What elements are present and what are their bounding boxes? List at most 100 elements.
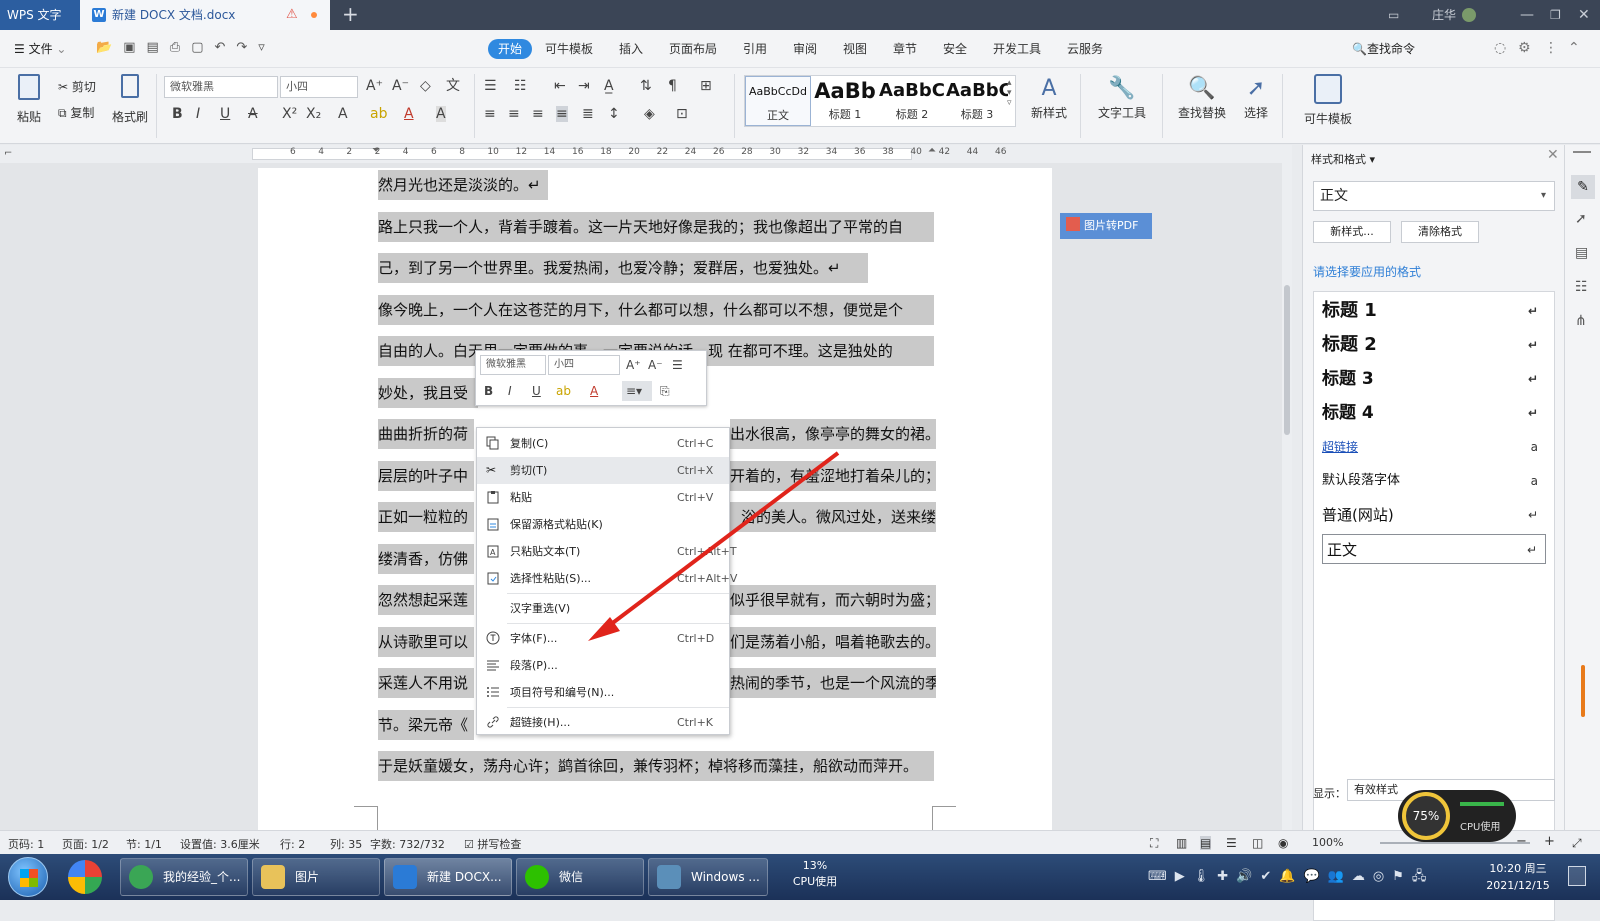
image-to-pdf-button[interactable]: 图片转PDF bbox=[1060, 213, 1152, 239]
scroll-thumb[interactable] bbox=[1284, 285, 1290, 435]
app-name[interactable]: WPS 文字 bbox=[0, 0, 80, 30]
zoom-slider[interactable] bbox=[1380, 842, 1530, 844]
cut-button[interactable]: ✂ 剪切 bbox=[58, 78, 96, 95]
document-line[interactable]: 忽然想起采莲 bbox=[378, 585, 474, 615]
style-item-heading4[interactable]: 标题 4 ↵ bbox=[1322, 398, 1546, 428]
document-tab[interactable]: W 新建 DOCX 文档.docx ⚠ bbox=[80, 0, 330, 30]
tray-app-icon[interactable]: ▶ bbox=[1175, 869, 1193, 884]
document-line[interactable]: 然月光也还是淡淡的。↵ bbox=[378, 170, 548, 200]
undo-icon[interactable]: ↶ bbox=[214, 40, 236, 55]
status-page[interactable]: 页面: 1/2 bbox=[62, 836, 109, 852]
underline-icon[interactable]: U bbox=[220, 106, 230, 122]
status-col[interactable]: 列: 35 bbox=[330, 836, 362, 852]
font-color-icon[interactable]: A bbox=[404, 106, 414, 122]
volume-icon[interactable]: 🔊 bbox=[1236, 869, 1260, 884]
tab-developer[interactable]: 开发工具 bbox=[993, 39, 1041, 59]
help-icon[interactable]: ◌ bbox=[1494, 40, 1506, 56]
tab-kn-template[interactable]: 可牛模板 bbox=[545, 39, 593, 59]
tab-view[interactable]: 视图 bbox=[843, 39, 867, 59]
plus-icon[interactable]: ✚ bbox=[1217, 869, 1236, 884]
copy-button[interactable]: ⧉ 复制 bbox=[58, 104, 94, 121]
clear-format-icon[interactable]: ◇ bbox=[420, 78, 431, 94]
tab-references[interactable]: 引用 bbox=[743, 39, 767, 59]
document-line[interactable]: 层层的叶子中 bbox=[378, 460, 474, 491]
styles-panel-title[interactable]: 样式和格式 ▾ bbox=[1311, 151, 1375, 167]
phonetic-icon[interactable]: 文 bbox=[446, 78, 460, 94]
search-command[interactable]: 🔍查找命令 bbox=[1352, 39, 1415, 59]
fit-page-icon[interactable]: ⤢ bbox=[1572, 836, 1582, 851]
menu-item-paragraph[interactable]: 段落(P)... bbox=[477, 652, 729, 679]
avatar[interactable] bbox=[1462, 8, 1476, 22]
360-app-icon[interactable] bbox=[68, 860, 102, 894]
mini-size-select[interactable]: 小四 bbox=[548, 355, 620, 375]
tab-stop-icon[interactable]: ⌐ bbox=[4, 148, 12, 159]
style-heading3[interactable]: AaBbC 标题 3 bbox=[946, 76, 1008, 126]
horizontal-ruler[interactable]: ⏷ ⏶ 6 4 2 2 4 6 8 10 12 14 16 18 20 22 24 26 28 30 32 34 36 3… bbox=[0, 145, 1290, 163]
document-line[interactable]: 于是妖童媛女，荡舟心许；鹢首徐回，兼传羽杯；棹将移而藻挂，船欲动而萍开。 bbox=[378, 751, 934, 781]
file-menu[interactable]: ☰ 文件 ⌄ bbox=[14, 39, 66, 59]
mini-format-painter-icon[interactable]: ⎘ bbox=[660, 383, 670, 399]
thermometer-icon[interactable]: 🌡 bbox=[1193, 869, 1218, 884]
bell-icon[interactable]: 🔔 bbox=[1279, 869, 1303, 884]
flag-icon[interactable]: ⚑ bbox=[1392, 869, 1412, 884]
show-marks-icon[interactable]: ¶ bbox=[668, 78, 677, 94]
char-shading-icon[interactable]: A bbox=[436, 106, 446, 122]
gear-icon[interactable]: ⚙ bbox=[1518, 40, 1531, 56]
italic-icon[interactable]: I bbox=[196, 106, 200, 122]
bold-icon[interactable]: B bbox=[172, 106, 183, 122]
user-name[interactable]: 庄华 bbox=[1432, 0, 1456, 30]
sort-icon[interactable]: ⇅ bbox=[640, 78, 652, 94]
redo-icon[interactable]: ↷ bbox=[236, 40, 258, 55]
grow-font-icon[interactable]: A⁺ bbox=[366, 78, 383, 94]
tab-start[interactable]: 开始 bbox=[488, 39, 533, 59]
tab-chapter[interactable]: 章节 bbox=[893, 39, 917, 59]
pointer-icon[interactable]: ➚ bbox=[1575, 211, 1587, 227]
font-name-select[interactable]: 微软雅黑 bbox=[164, 76, 278, 98]
mini-highlight-icon[interactable]: ab bbox=[556, 383, 571, 399]
style-heading1[interactable]: AaBb 标题 1 bbox=[812, 76, 878, 126]
strikethrough-icon[interactable]: A bbox=[248, 106, 258, 122]
borders-icon[interactable]: ⊡ bbox=[676, 106, 688, 122]
wechat-tray-icon[interactable]: 💬 bbox=[1303, 869, 1327, 884]
style-item-heading3[interactable]: 标题 3 ↵ bbox=[1322, 364, 1546, 394]
style-item-normal[interactable]: 正文 ↵ bbox=[1322, 534, 1546, 564]
status-setting[interactable]: 设置值: 3.6厘米 bbox=[180, 836, 260, 852]
taskbar-item-wechat[interactable]: 微信 bbox=[516, 858, 644, 896]
zoom-in-icon[interactable]: + bbox=[1544, 834, 1555, 849]
close-icon[interactable]: ✕ bbox=[1547, 147, 1559, 163]
document-line[interactable]: 妙处，我且受 bbox=[378, 377, 478, 408]
style-item-heading1[interactable]: 标题 1 ↵ bbox=[1322, 296, 1546, 326]
people-icon[interactable]: 👥 bbox=[1328, 869, 1352, 884]
document-line-fragment[interactable]: 热闹的季节，也是一个风流的季 bbox=[730, 668, 936, 698]
archive-icon[interactable]: ▤ bbox=[1575, 245, 1588, 261]
cloud-icon[interactable]: ☁ bbox=[1352, 869, 1373, 884]
document-line[interactable]: 采莲人不用说 bbox=[378, 668, 474, 698]
shrink-font-icon[interactable]: A⁻ bbox=[392, 78, 409, 94]
document-line[interactable]: 正如一粒粒的 bbox=[378, 502, 474, 532]
tab-security[interactable]: 安全 bbox=[943, 39, 967, 59]
pen-icon[interactable]: ✎ bbox=[1571, 175, 1595, 199]
kn-template-button[interactable]: 可牛模板 bbox=[1296, 74, 1360, 127]
select-button[interactable]: ➚ 选择 bbox=[1236, 74, 1276, 121]
mini-font-color-icon[interactable]: A bbox=[590, 383, 598, 399]
subscript-icon[interactable]: X₂ bbox=[306, 106, 321, 122]
outline-view-icon[interactable]: ☰ bbox=[1226, 836, 1237, 850]
new-tab-button[interactable]: + bbox=[342, 0, 359, 28]
document-line[interactable]: 路上只我一个人，背着手踱着。这一片天地好像是我的；我也像超出了平常的自 bbox=[378, 211, 934, 242]
distribute-icon[interactable]: ≣ bbox=[582, 106, 594, 122]
style-item-normal-web[interactable]: 普通(网站) ↵ bbox=[1322, 500, 1546, 530]
text-effect-icon[interactable]: A bbox=[338, 106, 348, 122]
style-normal[interactable]: AaBbCcDd 正文 bbox=[745, 76, 811, 126]
numbering-icon[interactable]: ☷ bbox=[514, 78, 527, 94]
taskbar-item-wps[interactable]: 新建 DOCX... bbox=[384, 858, 512, 896]
new-style-button[interactable]: 新样式... bbox=[1313, 221, 1391, 243]
style-item-heading2[interactable]: 标题 2 ↵ bbox=[1322, 330, 1546, 360]
start-button[interactable] bbox=[8, 857, 48, 897]
status-row[interactable]: 行: 2 bbox=[280, 836, 305, 852]
mini-bold-icon[interactable]: B bbox=[484, 383, 493, 399]
quick-access-toolbar[interactable]: 📂▣▤⎙▢↶↷▿ bbox=[96, 40, 276, 55]
status-words[interactable]: 字数: 732/732 bbox=[370, 836, 445, 852]
window-layout-icon[interactable]: ▭ bbox=[1388, 0, 1399, 30]
document-line[interactable]: 己，到了另一个世界里。我爱热闹，也爱冷静；爱群居，也爱独处。↵ bbox=[378, 253, 868, 283]
menu-item-bullets-numbering[interactable]: 项目符号和编号(N)... bbox=[477, 679, 729, 706]
